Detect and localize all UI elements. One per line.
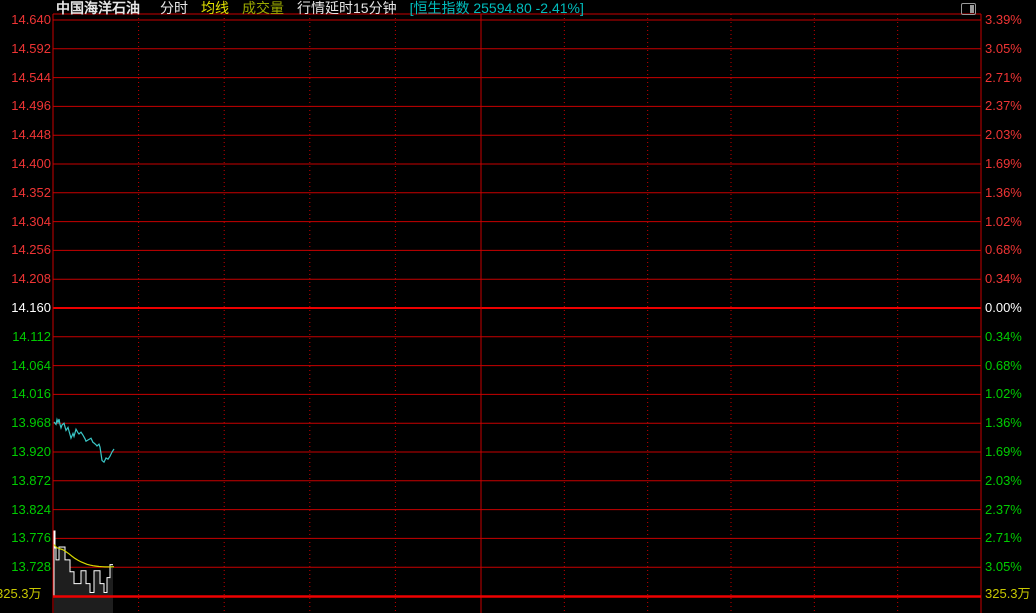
percent-axis-label: 1.02% bbox=[985, 215, 1022, 229]
chart-header: 中国海洋石油 分时 均线 成交量 行情延时15分钟 [恒生指数 25594.80… bbox=[56, 0, 597, 16]
tab-volume[interactable]: 成交量 bbox=[242, 0, 284, 16]
volume-scale-label-right: 325.3万 bbox=[985, 587, 1031, 601]
percent-axis-label: 1.36% bbox=[985, 186, 1022, 200]
intraday-chart-window: 中国海洋石油 分时 均线 成交量 行情延时15分钟 [恒生指数 25594.80… bbox=[0, 0, 1036, 613]
price-axis-label: 14.064 bbox=[11, 359, 51, 373]
percent-axis-label: 0.00% bbox=[985, 301, 1022, 315]
intraday-price-volume-chart[interactable] bbox=[0, 0, 1036, 613]
percent-axis-label: 2.37% bbox=[985, 503, 1022, 517]
price-axis-label: 14.016 bbox=[11, 387, 51, 401]
percent-axis-label: 0.68% bbox=[985, 243, 1022, 257]
percent-axis-label: 1.69% bbox=[985, 157, 1022, 171]
percent-axis-label: 2.37% bbox=[985, 99, 1022, 113]
price-axis-label: 14.544 bbox=[11, 71, 51, 85]
percent-axis-label: 2.71% bbox=[985, 71, 1022, 85]
percent-axis-label: 0.68% bbox=[985, 359, 1022, 373]
tab-moving-average[interactable]: 均线 bbox=[201, 0, 229, 16]
percent-axis-label: 1.02% bbox=[985, 387, 1022, 401]
price-axis: 14.640 14.592 14.544 14.496 14.448 14.400 14.3… bbox=[0, 0, 51, 613]
percent-axis-label: 1.69% bbox=[985, 445, 1022, 459]
price-axis-label: 13.968 bbox=[11, 416, 51, 430]
price-axis-label: 13.872 bbox=[11, 474, 51, 488]
percent-axis-label: 2.03% bbox=[985, 474, 1022, 488]
price-axis-label: 14.352 bbox=[11, 186, 51, 200]
price-axis-label: 14.640 bbox=[11, 13, 51, 27]
price-axis-label: 14.496 bbox=[11, 99, 51, 113]
quote-delay-note: 行情延时15分钟 bbox=[297, 0, 397, 16]
price-axis-label: 14.448 bbox=[11, 128, 51, 142]
price-axis-label: 14.592 bbox=[11, 42, 51, 56]
price-axis-label: 14.112 bbox=[12, 330, 51, 344]
price-axis-label: 14.256 bbox=[11, 243, 51, 257]
panel-toggle-icon-fill bbox=[970, 5, 974, 13]
price-axis-label: 13.776 bbox=[11, 531, 51, 545]
price-axis-label: 14.208 bbox=[11, 272, 51, 286]
price-axis-label: 14.400 bbox=[11, 157, 51, 171]
percent-axis-label: 3.05% bbox=[985, 42, 1022, 56]
price-axis-label: 13.824 bbox=[11, 503, 51, 517]
hang-seng-index-quote[interactable]: [恒生指数 25594.80 -2.41%] bbox=[410, 0, 584, 16]
percent-axis-label: 3.39% bbox=[985, 13, 1022, 27]
volume-scale-label-left: 325.3万 bbox=[0, 587, 42, 601]
price-axis-label: 14.304 bbox=[11, 215, 51, 229]
price-axis-label: 14.160 bbox=[11, 301, 51, 315]
percent-axis-label: 3.05% bbox=[985, 560, 1022, 574]
percent-axis: 3.39% 3.05% 2.71% 2.37% 2.03% 1.69% 1.36% 1.02%… bbox=[985, 0, 1036, 613]
percent-axis-label: 0.34% bbox=[985, 272, 1022, 286]
stock-name: 中国海洋石油 bbox=[56, 0, 140, 16]
percent-axis-label: 2.71% bbox=[985, 531, 1022, 545]
percent-axis-label: 0.34% bbox=[985, 330, 1022, 344]
price-axis-label: 13.920 bbox=[11, 445, 51, 459]
percent-axis-label: 1.36% bbox=[985, 416, 1022, 430]
tab-intraday[interactable]: 分时 bbox=[160, 0, 188, 16]
panel-toggle-icon[interactable] bbox=[961, 3, 976, 15]
percent-axis-label: 2.03% bbox=[985, 128, 1022, 142]
price-axis-label: 13.728 bbox=[11, 560, 51, 574]
